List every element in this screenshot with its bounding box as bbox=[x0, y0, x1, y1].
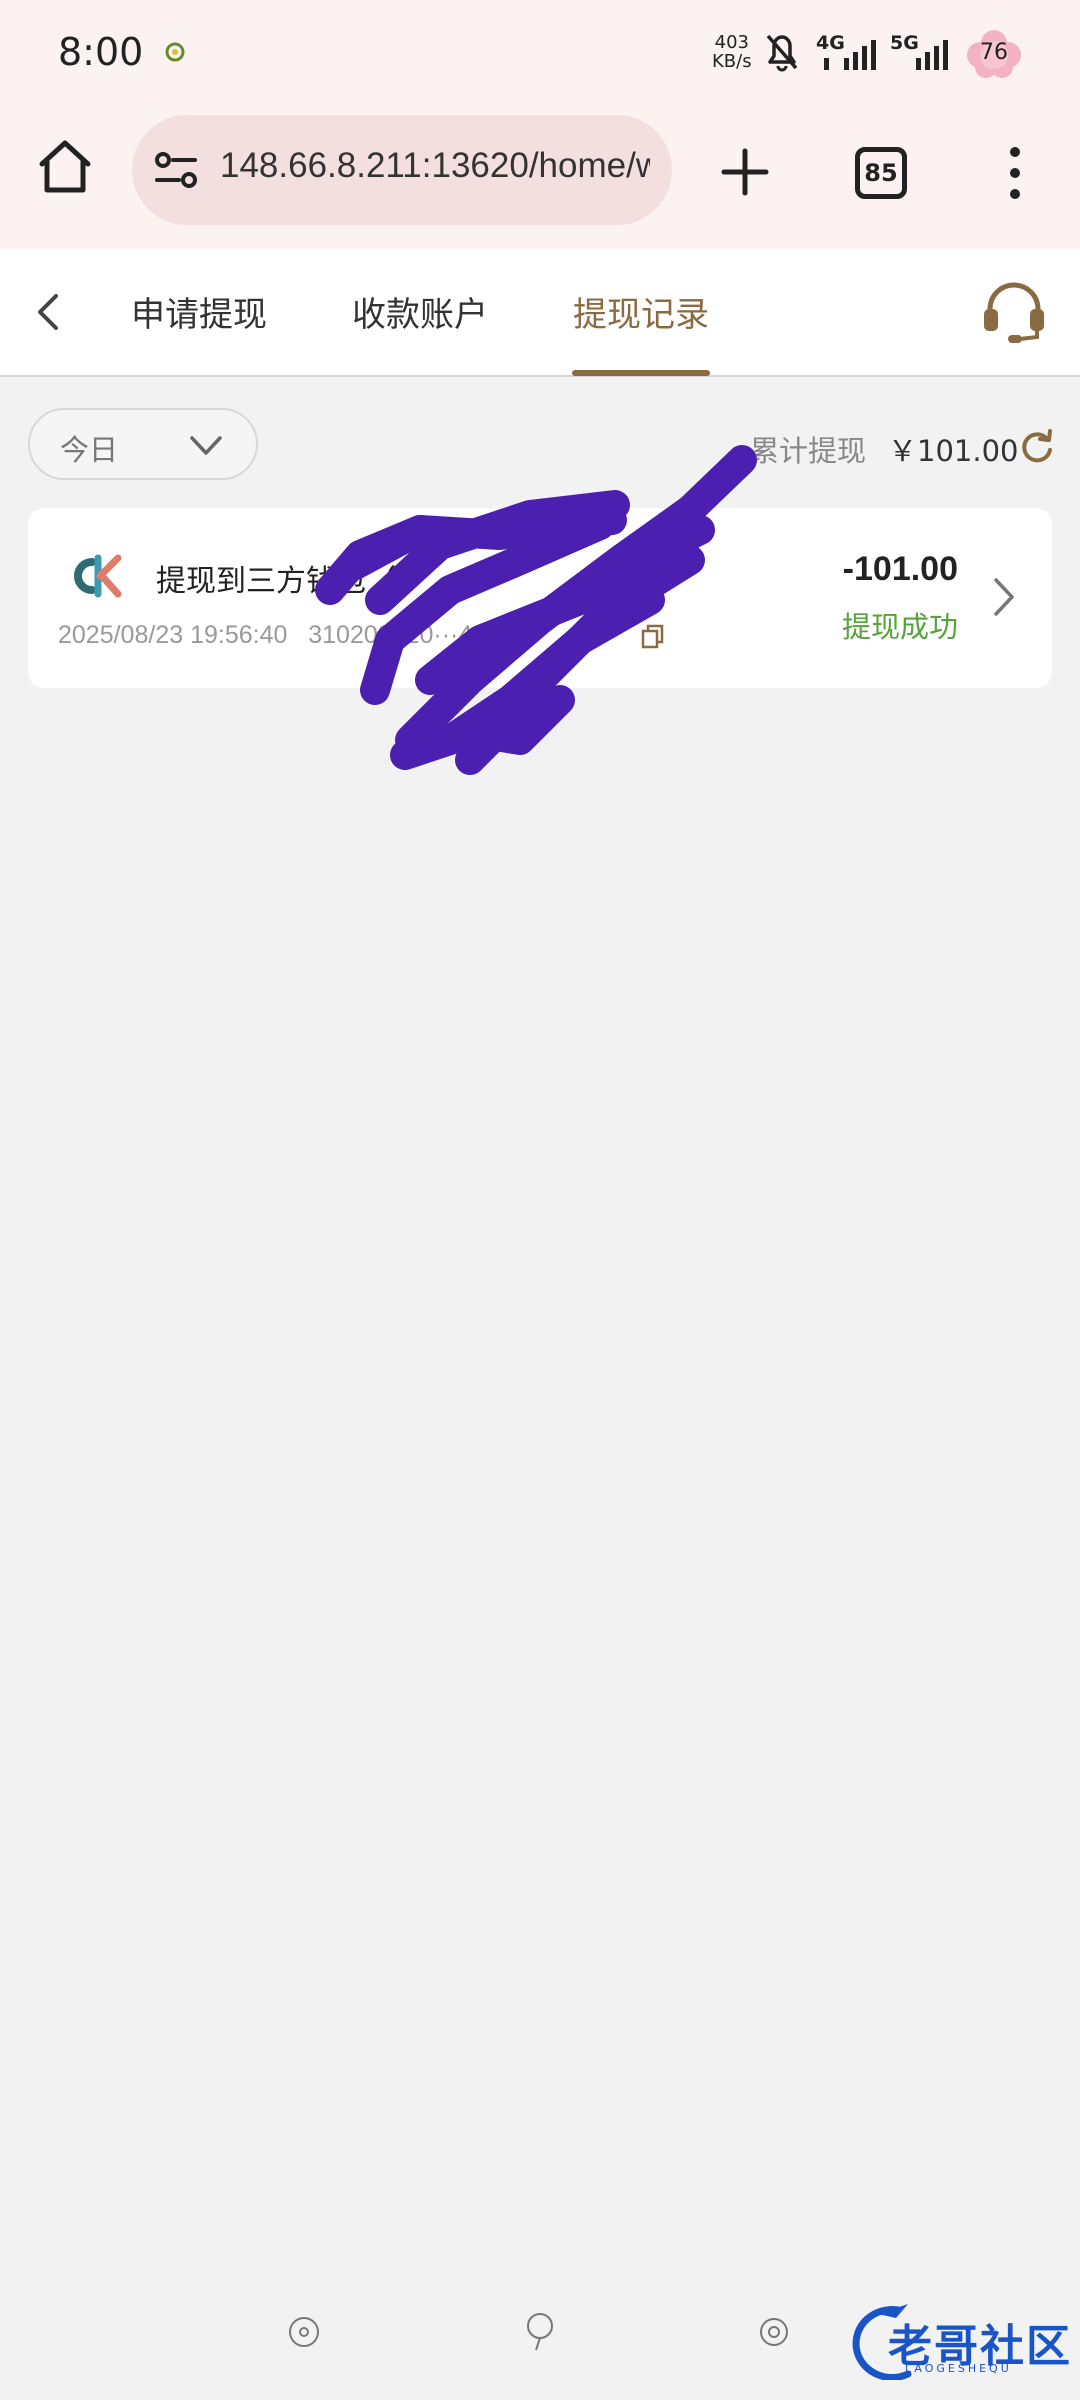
page-nav: 申请提现 收款账户 提现记录 bbox=[0, 249, 1080, 377]
flower-icon bbox=[165, 42, 185, 62]
signal-bars-icon bbox=[824, 40, 876, 70]
chevron-right-icon bbox=[994, 578, 1014, 616]
tab-switcher-button[interactable]: 85 bbox=[855, 147, 907, 199]
record-order-id: 310202120···4067 bbox=[308, 621, 514, 649]
refresh-icon[interactable] bbox=[1018, 428, 1056, 466]
record-status: 提现成功 bbox=[841, 610, 958, 644]
net-speed: 403 KB/s bbox=[712, 32, 752, 72]
status-time: 8:00 bbox=[58, 30, 144, 74]
chevron-down-icon bbox=[190, 436, 222, 455]
flower-icon bbox=[527, 2313, 553, 2351]
signal-bars-icon bbox=[916, 40, 948, 70]
watermark-subtext: LAOGESHEQU bbox=[905, 2362, 1012, 2375]
withdraw-record-card[interactable]: 提现到三方钱包（ 2025/08/23 19:56:40 310202120··… bbox=[28, 508, 1052, 688]
flower-icon bbox=[289, 2317, 319, 2347]
record-amount: -101.00 bbox=[842, 550, 958, 588]
total-withdraw-amount: ￥101.00 bbox=[888, 434, 1019, 468]
tab-withdraw-records[interactable]: 提现记录 bbox=[573, 287, 709, 336]
total-withdraw-label: 累计提现 bbox=[750, 434, 867, 468]
bell-muted-icon bbox=[766, 34, 798, 72]
back-icon[interactable] bbox=[28, 290, 68, 334]
tab-apply-withdraw[interactable]: 申请提现 bbox=[131, 287, 267, 336]
site-settings-icon[interactable] bbox=[153, 150, 199, 190]
url-text[interactable]: 148.66.8.211:13620/home/wi bbox=[220, 146, 650, 186]
more-menu-icon[interactable] bbox=[1000, 145, 1030, 201]
tab-payment-accounts[interactable]: 收款账户 bbox=[352, 287, 488, 336]
date-range-value: 今日 bbox=[60, 433, 119, 467]
ck-wallet-logo bbox=[74, 554, 122, 598]
battery-level: 76 bbox=[980, 40, 1008, 65]
record-title: 提现到三方钱包（ bbox=[156, 564, 396, 599]
headset-icon[interactable] bbox=[980, 279, 1048, 345]
home-icon[interactable] bbox=[36, 138, 94, 196]
browser-chrome: 8:00 403 KB/s 4G 5G 76 148.66.8.211:1362… bbox=[0, 0, 1080, 249]
date-range-dropdown[interactable]: 今日 bbox=[28, 408, 258, 480]
active-tab-indicator bbox=[572, 370, 710, 376]
record-meta: 2025/08/23 19:56:40 310202120···4067 bbox=[58, 621, 514, 650]
new-tab-icon[interactable] bbox=[720, 147, 770, 197]
record-datetime: 2025/08/23 19:56:40 bbox=[58, 621, 288, 649]
flower-icon bbox=[760, 2318, 788, 2346]
copy-icon[interactable] bbox=[640, 623, 666, 651]
